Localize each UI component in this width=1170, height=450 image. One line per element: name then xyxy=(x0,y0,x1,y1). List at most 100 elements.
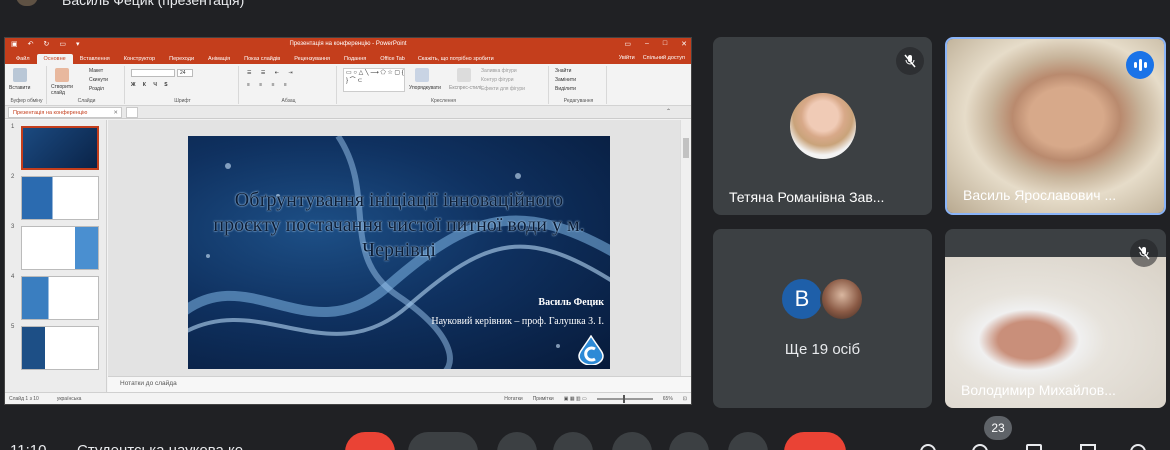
font-name-box[interactable] xyxy=(131,69,175,77)
minimize-icon[interactable]: – xyxy=(645,40,649,48)
thumbnail-item[interactable]: 3 xyxy=(9,224,105,270)
tab-home[interactable]: Основне xyxy=(36,54,73,64)
meeting-info-icon[interactable] xyxy=(920,444,936,450)
shared-screen-powerpoint: ▣ ↶ ↻ ▭ ▾ Презентація на конференцію - P… xyxy=(4,37,692,405)
select-button[interactable]: Виділити xyxy=(555,86,576,92)
thumbnail-item[interactable]: 1 xyxy=(9,124,105,170)
new-tab-button[interactable] xyxy=(126,107,138,118)
tab-animations[interactable]: Анімація xyxy=(201,54,237,64)
participant-tile[interactable]: Тетяна Романівна Зав... xyxy=(713,37,932,215)
emoji-button[interactable] xyxy=(553,432,593,450)
font-size-box[interactable]: 24 xyxy=(177,69,193,77)
zoom-level[interactable]: 65% xyxy=(663,396,673,402)
current-slide[interactable]: Обґрунтування ініціації інноваційного пр… xyxy=(188,136,610,369)
participant-name: Володимир Михайлов... xyxy=(961,382,1116,398)
participant-tile-active-speaker[interactable]: Василь Ярославович ... xyxy=(945,37,1166,215)
people-icon[interactable] xyxy=(972,444,988,450)
group-label: Буфер обміну xyxy=(10,98,43,104)
language-indicator[interactable]: українська xyxy=(57,396,82,402)
close-icon[interactable]: ✕ xyxy=(681,40,687,48)
notes-toggle[interactable]: Нотатки xyxy=(504,396,522,402)
list-buttons[interactable]: ☰ ☰ ⇤ ⇥ xyxy=(247,70,297,76)
tab-office-tab[interactable]: Office Tab xyxy=(373,54,412,64)
arrange-icon[interactable] xyxy=(415,68,429,82)
replace-button[interactable]: Замінити xyxy=(555,77,576,83)
paste-button[interactable]: Вставити xyxy=(9,85,30,91)
sign-in-link[interactable]: Увійти xyxy=(619,55,635,61)
font-format-buttons[interactable]: Ж К Ч S xyxy=(131,82,171,88)
vertical-scrollbar[interactable] xyxy=(680,120,691,376)
tell-me-search[interactable]: Скажіть, що потрібно зробити xyxy=(412,54,500,64)
collapse-ribbon-icon[interactable]: ⌃ xyxy=(666,108,671,115)
top-presenter-bar: Василь Фецик (презентація) xyxy=(0,0,1170,20)
thumbnail-image xyxy=(21,276,99,320)
tab-view[interactable]: Подання xyxy=(337,54,373,64)
thumbnail-image xyxy=(21,126,99,170)
group-label: Редагування xyxy=(563,98,594,104)
mic-off-icon xyxy=(1130,239,1158,267)
slide-supervisor: Науковий керівник – проф. Галушка З. І. xyxy=(431,316,604,327)
share-button[interactable]: Спільний доступ xyxy=(643,55,685,61)
more-options-button[interactable] xyxy=(728,432,768,450)
zoom-slider-knob[interactable] xyxy=(622,395,625,403)
document-tab[interactable]: Презентація на конференцію ✕ xyxy=(8,107,122,118)
section-button[interactable]: Розділ xyxy=(89,86,104,92)
presenter-name: Василь Фецик (презентація) xyxy=(62,0,245,8)
tab-review[interactable]: Рецензування xyxy=(287,54,337,64)
shape-outline-button[interactable]: Контур фігури xyxy=(481,77,513,83)
fit-slide-icon[interactable]: ⊡ xyxy=(683,396,687,402)
mic-button[interactable] xyxy=(345,432,395,450)
group-paragraph: ☰ ☰ ⇤ ⇥ ≡ ≡ ≡ ≡ Абзац xyxy=(241,66,337,104)
reset-button[interactable]: Скинути xyxy=(89,77,108,83)
shape-fill-button[interactable]: Заливка фігури xyxy=(481,68,517,74)
present-button[interactable] xyxy=(612,432,652,450)
status-bar: Слайд 1 з 10 українська Нотатки Примітки… xyxy=(5,392,691,404)
thumbnail-item[interactable]: 4 xyxy=(9,274,105,320)
speaking-indicator-icon xyxy=(1126,51,1154,79)
participant-name: Василь Ярославович ... xyxy=(963,187,1117,203)
account-area: Увійти Спільний доступ xyxy=(619,55,685,61)
chat-icon[interactable] xyxy=(1026,444,1042,450)
captions-button[interactable] xyxy=(497,432,537,450)
arrange-button[interactable]: Упорядкувати xyxy=(409,85,441,91)
comments-toggle[interactable]: Примітки xyxy=(533,396,554,402)
more-participants-avatars: В xyxy=(780,277,870,323)
tab-transitions[interactable]: Переходи xyxy=(162,54,201,64)
leave-call-button[interactable] xyxy=(784,432,846,450)
zoom-slider[interactable] xyxy=(596,395,653,403)
quick-styles-icon[interactable] xyxy=(457,68,471,82)
tab-design[interactable]: Конструктор xyxy=(117,54,162,64)
notes-pane[interactable]: Нотатки до слайда xyxy=(108,376,691,392)
group-label: Шрифт xyxy=(174,98,191,104)
slide-author: Василь Фецик xyxy=(538,297,604,308)
ribbon-options-icon[interactable]: ▭ xyxy=(624,40,631,48)
view-buttons[interactable]: ▣ ▦ ▥ ▭ xyxy=(564,396,587,402)
host-controls-icon[interactable] xyxy=(1130,444,1146,450)
new-slide-button[interactable]: Створити слайд xyxy=(51,84,75,96)
new-slide-icon[interactable] xyxy=(55,68,69,82)
maximize-icon[interactable]: □ xyxy=(663,40,667,48)
quick-styles-button[interactable]: Експрес-стилі xyxy=(449,85,481,91)
shapes-gallery[interactable]: ▭ ○ △ ╲ ⟶ ⬠ ☆ ▢ { } ⌒ ⊂ xyxy=(343,68,405,92)
camera-button[interactable] xyxy=(408,432,478,450)
tab-insert[interactable]: Вставлення xyxy=(73,54,117,64)
paste-icon[interactable] xyxy=(13,68,27,82)
thumbnail-item[interactable]: 2 xyxy=(9,174,105,220)
align-buttons[interactable]: ≡ ≡ ≡ ≡ xyxy=(247,82,291,88)
thumbnail-image xyxy=(21,326,99,370)
raise-hand-button[interactable] xyxy=(669,432,709,450)
close-tab-icon[interactable]: ✕ xyxy=(113,110,118,116)
scrollbar-thumb[interactable] xyxy=(683,138,689,158)
participant-tile[interactable]: Володимир Михайлов... xyxy=(945,229,1166,408)
thumbnail-item[interactable]: 5 xyxy=(9,324,105,370)
activities-icon[interactable] xyxy=(1080,444,1096,450)
tab-slideshow[interactable]: Показ слайдів xyxy=(237,54,287,64)
find-button[interactable]: Знайти xyxy=(555,68,571,74)
document-tabs-bar: Презентація на конференцію ✕ ⌃ xyxy=(5,106,691,119)
tab-file[interactable]: Файл xyxy=(9,54,37,64)
window-title: Презентація на конференцію - PowerPoint xyxy=(289,41,407,47)
shape-effects-button[interactable]: Ефекти для фігури xyxy=(481,86,525,92)
group-editing: Знайти Замінити Виділити Редагування xyxy=(551,66,607,104)
more-participants-tile[interactable]: В Ще 19 осіб xyxy=(713,229,932,408)
layout-button[interactable]: Макет xyxy=(89,68,103,74)
